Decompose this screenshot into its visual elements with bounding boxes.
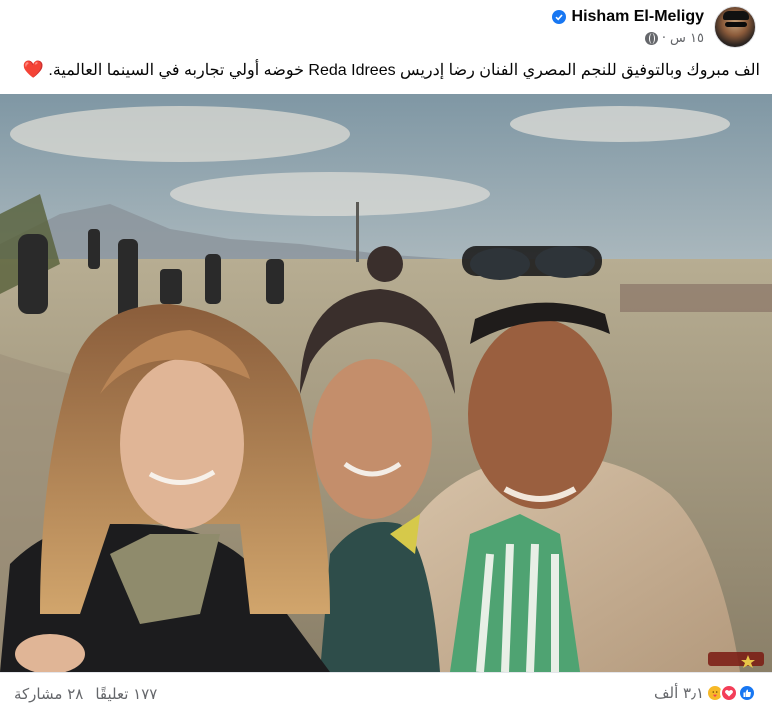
verified-badge-icon bbox=[551, 10, 566, 24]
post-meta: · ١٥ س bbox=[644, 31, 704, 46]
post-footer: ٣٫١ ألف ١٧٧ تعليقًا ٢٨ مشاركة bbox=[0, 672, 772, 722]
meta-separator: · bbox=[661, 31, 667, 46]
reaction-count[interactable]: ٣٫١ ألف bbox=[654, 684, 704, 702]
reaction-icons bbox=[706, 684, 756, 702]
author-row: Hisham El-Meligy bbox=[551, 8, 704, 26]
reactions-summary[interactable]: ٣٫١ ألف bbox=[654, 684, 756, 702]
post-text: الف مبروك وبالتوفيق للنجم المصري الفنان … bbox=[12, 58, 760, 88]
heart-emoji: ❤️ bbox=[22, 60, 44, 79]
shares-count[interactable]: ٢٨ مشاركة bbox=[14, 685, 83, 703]
love-icon bbox=[720, 684, 738, 702]
post-time[interactable]: ١٥ س bbox=[670, 31, 704, 46]
avatar-hat-shape bbox=[723, 11, 749, 20]
post-header: Hisham El-Meligy · ١٥ س bbox=[0, 0, 772, 56]
globe-icon[interactable] bbox=[644, 32, 658, 45]
engagement-stats: ١٧٧ تعليقًا ٢٨ مشاركة bbox=[14, 685, 157, 703]
watermark-logo bbox=[708, 652, 764, 668]
author-avatar[interactable] bbox=[714, 6, 756, 48]
author-name[interactable]: Hisham El-Meligy bbox=[572, 8, 704, 26]
avatar-glasses-shape bbox=[725, 22, 747, 27]
comments-count[interactable]: ١٧٧ تعليقًا bbox=[95, 685, 157, 703]
post-photo[interactable] bbox=[0, 94, 772, 672]
post-text-body: الف مبروك وبالتوفيق للنجم المصري الفنان … bbox=[48, 62, 760, 79]
like-icon bbox=[738, 684, 756, 702]
